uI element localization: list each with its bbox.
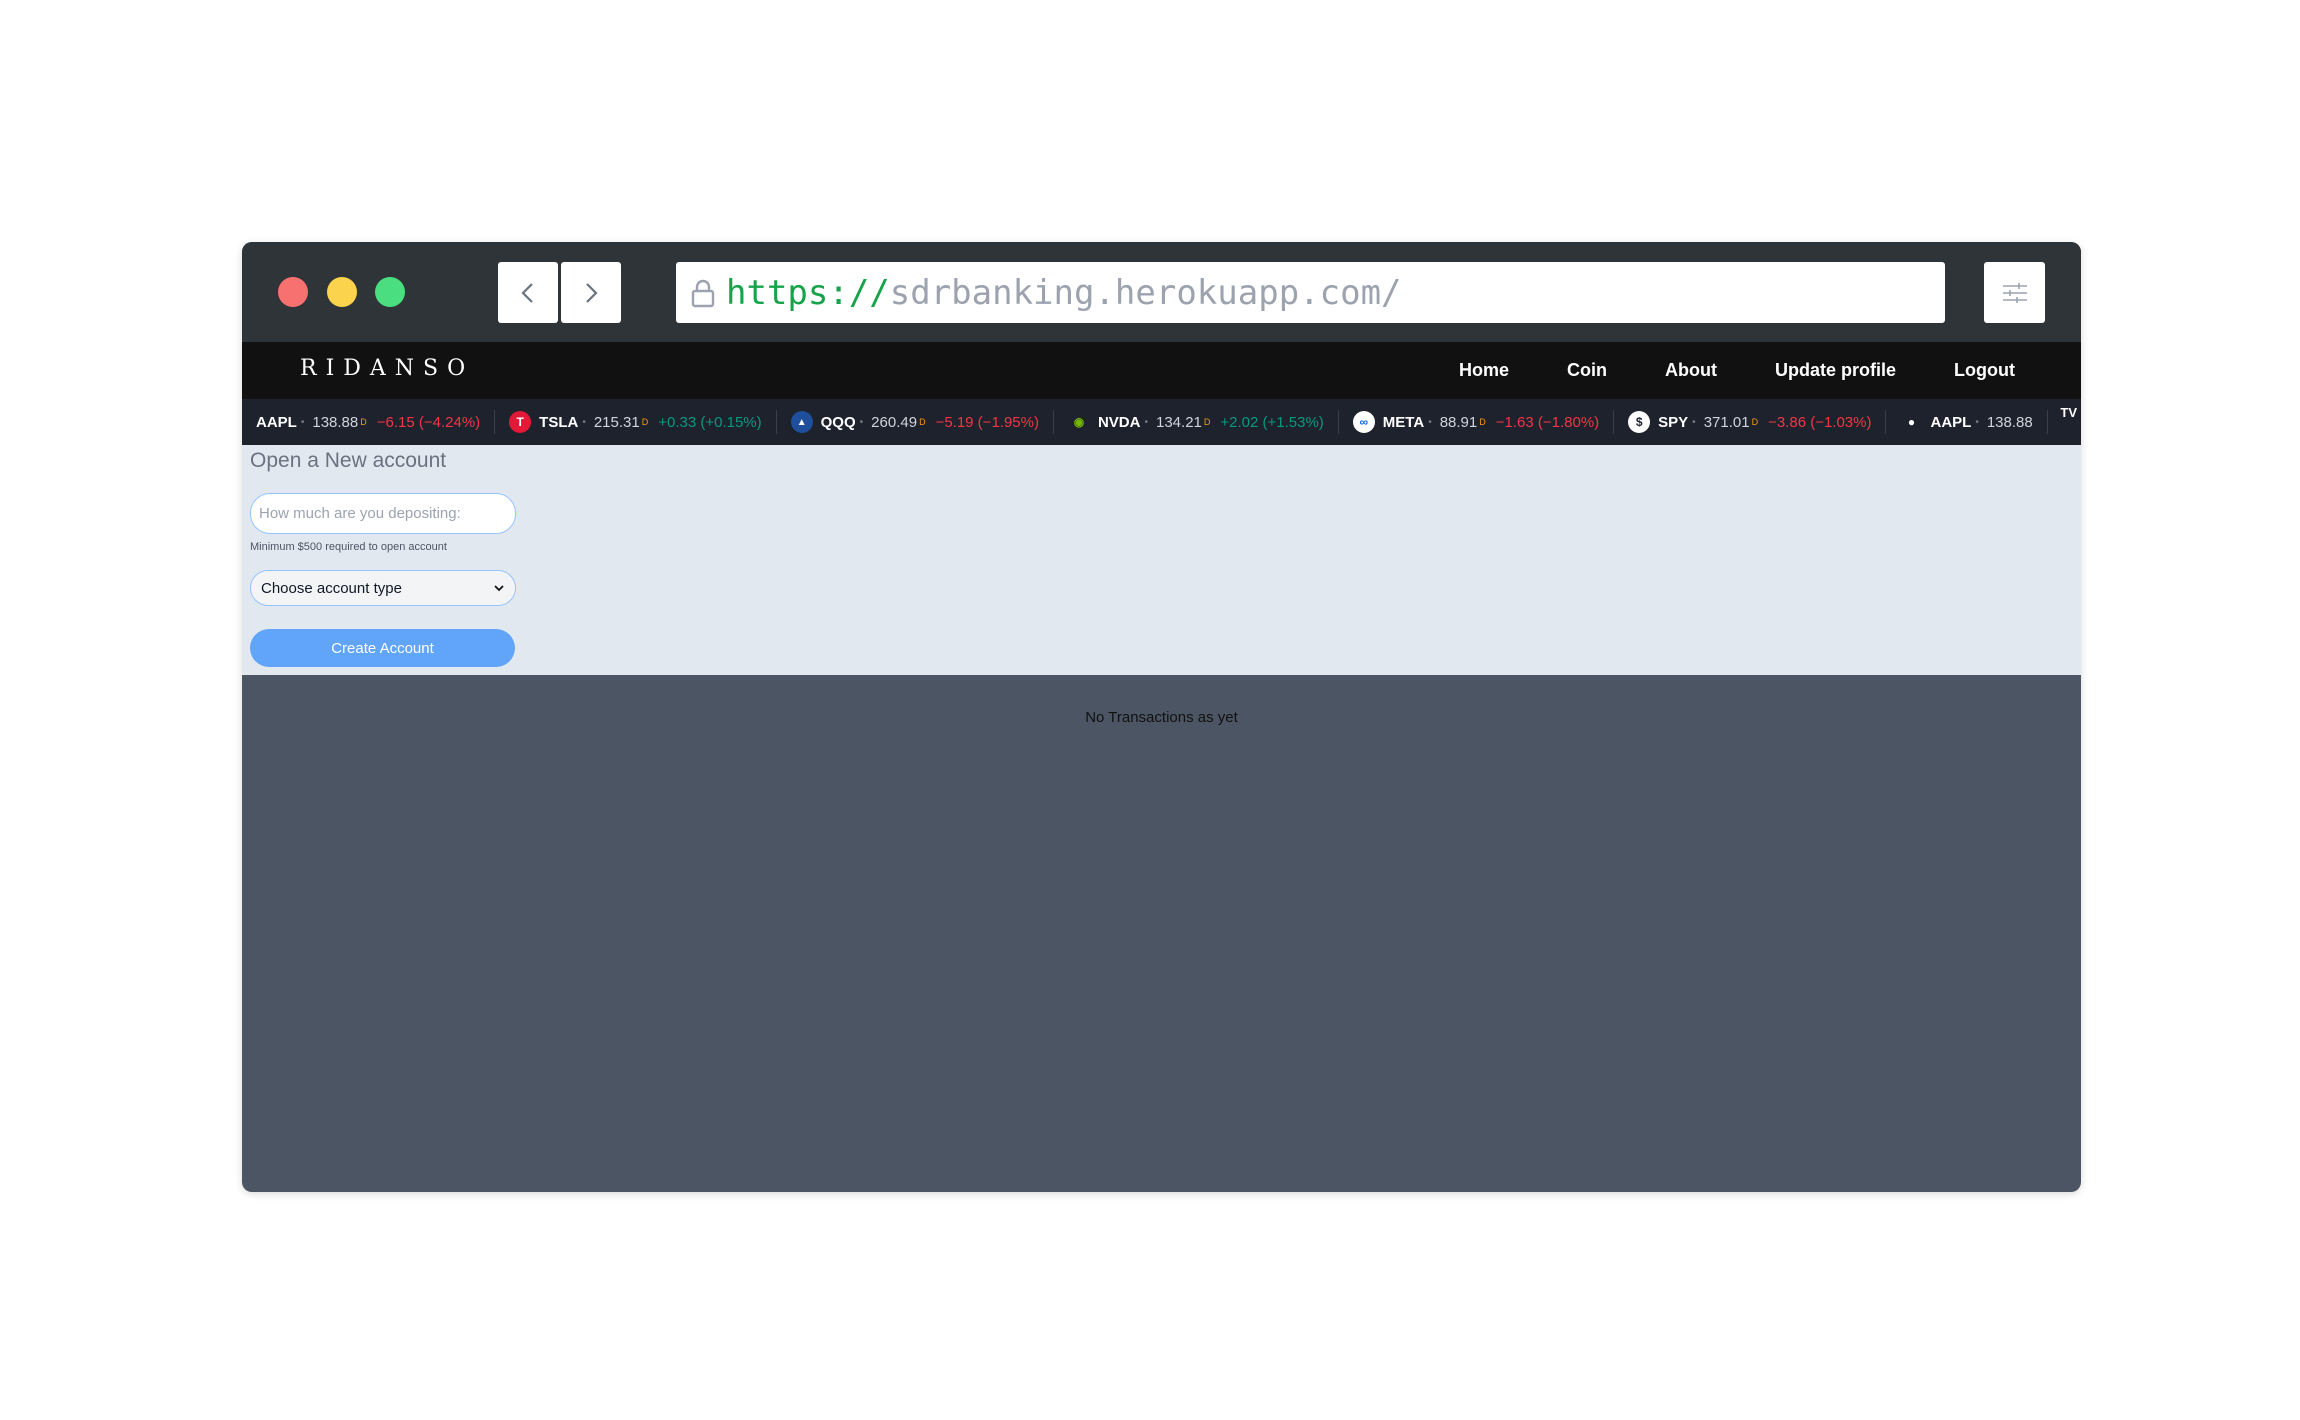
ticker-symbol: QQQ: [820, 413, 856, 431]
nav-logout[interactable]: Logout: [1954, 360, 2015, 381]
brand-logo[interactable]: RIDANSO: [300, 356, 474, 381]
dot-separator: •: [582, 416, 586, 428]
ticker-change: −6.15 (−4.24%): [376, 413, 481, 431]
new-account-panel: Open a New account Minimum $500 required…: [242, 445, 2081, 675]
delayed-mark: D: [641, 417, 649, 427]
delayed-mark: D: [1479, 417, 1486, 427]
create-account-button[interactable]: Create Account: [250, 629, 515, 667]
url-host: sdrbanking.herokuapp.com/: [889, 272, 1402, 313]
ticker-item[interactable]: ● AAPL • 138.88: [1886, 410, 2048, 434]
ticker-symbol: NVDA: [1097, 413, 1141, 431]
ticker-symbol: SPY: [1658, 413, 1689, 431]
close-window-button[interactable]: [278, 277, 308, 307]
tradingview-logo-icon[interactable]: TV: [2060, 405, 2077, 420]
ticker-item[interactable]: $ SPY • 371.01 D −3.86 (−1.03%): [1614, 410, 1887, 434]
ticker-price: 138.88: [1986, 413, 2033, 431]
ticker-price: 88.91: [1439, 413, 1478, 431]
address-bar[interactable]: https://sdrbanking.herokuapp.com/: [676, 262, 1945, 323]
nav-coin[interactable]: Coin: [1567, 360, 1607, 381]
nav-links: Home Coin About Update profile Logout: [1401, 342, 2015, 399]
back-button[interactable]: [498, 262, 558, 323]
chevron-right-icon: [586, 282, 598, 303]
browser-toolbar: https://sdrbanking.herokuapp.com/: [242, 242, 2081, 342]
dot-separator: •: [1692, 416, 1696, 428]
ticker-symbol: TSLA: [539, 413, 579, 431]
browser-menu-button[interactable]: [1984, 262, 2045, 323]
delayed-mark: D: [360, 417, 367, 427]
account-type-value: Choose account type: [261, 579, 402, 597]
nav-home[interactable]: Home: [1459, 360, 1509, 381]
dot-separator: •: [1975, 416, 1979, 428]
ticker-change: −5.19 (−1.95%): [935, 413, 1039, 431]
ticker-item[interactable]: ◉ NVDA • 134.21 D +2.02 (+1.53%): [1054, 410, 1339, 434]
url-scheme: https://: [726, 272, 890, 313]
nav-about[interactable]: About: [1665, 360, 1717, 381]
meta-logo-icon: ∞: [1352, 411, 1375, 433]
ticker-price: 138.88: [312, 413, 359, 431]
nav-update-profile[interactable]: Update profile: [1775, 360, 1896, 381]
dot-separator: •: [859, 416, 864, 428]
lock-icon: [690, 278, 716, 308]
tesla-logo-icon: T: [509, 411, 532, 433]
ticker-price: 260.49: [871, 413, 918, 431]
ticker-change: +2.02 (+1.53%): [1220, 413, 1324, 431]
ticker-item[interactable]: T TSLA • 215.31 D +0.33 (+0.15%): [495, 410, 777, 434]
ticker-item[interactable]: ▲ QQQ • 260.49 D −5.19 (−1.95%): [777, 410, 1054, 434]
nvidia-logo-icon: ◉: [1067, 411, 1090, 433]
dot-separator: •: [1144, 416, 1148, 428]
ticker-symbol: AAPL: [1930, 413, 1972, 431]
ticker-symbol: AAPL: [256, 413, 297, 431]
invesco-logo-icon: ▲: [790, 411, 813, 433]
ticker-item[interactable]: ∞ META • 88.91 D −1.63 (−1.80%): [1339, 410, 1615, 434]
account-type-select[interactable]: Choose account type: [250, 570, 516, 606]
forward-button[interactable]: [561, 262, 621, 323]
form-title: Open a New account: [250, 449, 447, 472]
ticker-change: −1.63 (−1.80%): [1495, 413, 1600, 431]
delayed-mark: D: [919, 417, 926, 427]
delayed-mark: D: [1751, 417, 1759, 427]
maximize-window-button[interactable]: [375, 277, 405, 307]
dot-separator: •: [1428, 416, 1432, 428]
dot-separator: •: [300, 416, 305, 428]
ticker-change: +0.33 (+0.15%): [658, 413, 762, 431]
ticker-symbol: META: [1382, 413, 1425, 431]
dollar-logo-icon: $: [1628, 411, 1651, 433]
apple-logo-icon: ●: [1900, 411, 1923, 433]
delayed-mark: D: [1203, 417, 1211, 427]
chevron-left-icon: [521, 282, 533, 303]
ticker-price: 134.21: [1156, 413, 1202, 431]
ticker-item[interactable]: AAPL • 138.88 D −6.15 (−4.24%): [242, 410, 496, 434]
ticker-price: 371.01: [1703, 413, 1750, 431]
chevron-down-icon: [494, 585, 504, 592]
stock-ticker-tape: AAPL • 138.88 D −6.15 (−4.24%) T TSLA • 215…: [242, 399, 2081, 445]
ticker-price: 215.31: [593, 413, 640, 431]
deposit-hint: Minimum $500 required to open account: [250, 541, 447, 553]
browser-window: https://sdrbanking.herokuapp.com/ RIDANS…: [242, 242, 2081, 1192]
site-navbar: RIDANSO Home Coin About Update profile L…: [242, 342, 2081, 399]
sliders-icon: [2002, 282, 2027, 303]
ticker-change: −3.86 (−1.03%): [1768, 413, 1872, 431]
minimize-window-button[interactable]: [327, 277, 357, 307]
empty-transactions-message: No Transactions as yet: [1085, 709, 1238, 726]
deposit-input[interactable]: [250, 493, 516, 534]
